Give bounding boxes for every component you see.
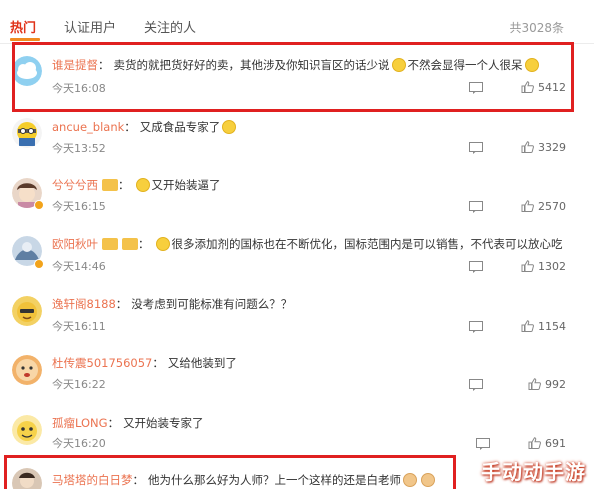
watermark: 手动动手游 xyxy=(481,460,586,484)
thumbs-up-icon xyxy=(528,378,541,390)
like-count: 1302 xyxy=(538,260,566,273)
comment-tabs: 热门 认证用户 关注的人 共3028条 xyxy=(0,0,594,44)
verified-badge-icon xyxy=(34,259,44,269)
thumbs-up-icon xyxy=(521,260,534,272)
like-count: 3329 xyxy=(538,141,566,154)
like-button[interactable]: 1154 xyxy=(521,320,566,333)
thumbs-up-icon xyxy=(521,141,534,153)
comment-count: 共3028条 xyxy=(509,21,564,35)
comment-text: 又给他装到了 xyxy=(167,356,237,370)
crown-badge-icon xyxy=(102,179,118,191)
comment-body: 孤瘤LONG： 又开始装专家了 xyxy=(52,416,204,430)
comment-text: 很多添加剂的国标也在不断优化，国标范围内是可以销售，不代表可以放心吃 xyxy=(171,237,563,251)
like-button[interactable]: 992 xyxy=(528,378,566,391)
like-count: 992 xyxy=(545,378,566,391)
like-count: 691 xyxy=(545,437,566,450)
like-count: 1154 xyxy=(538,320,566,333)
avatar[interactable] xyxy=(12,355,42,385)
laugh-emoji-icon xyxy=(222,120,237,134)
comment-text: 没考虑到可能标准有问题么？？ xyxy=(131,297,293,311)
comment-body: 逸轩阁8188： 没考虑到可能标准有问题么？？ xyxy=(52,297,293,311)
username[interactable]: 孤瘤LONG xyxy=(52,416,108,430)
vip-badge-icon xyxy=(122,238,138,250)
tab-verified-users[interactable]: 认证用户 xyxy=(64,17,116,36)
comment-icon[interactable] xyxy=(476,438,490,450)
laugh-emoji-icon xyxy=(155,237,170,251)
comment-body: 欧阳秋叶：很多添加剂的国标也在不断优化，国标范围内是可以销售，不代表可以放心吃 xyxy=(52,237,563,251)
username[interactable]: 杜传震501756057 xyxy=(52,356,152,370)
comment-time: 今天16:22 xyxy=(52,378,106,391)
username[interactable]: ancue_blank xyxy=(52,120,124,134)
thumbs-up-icon xyxy=(528,437,541,449)
comment-time: 今天16:15 xyxy=(52,200,106,213)
thumbs-up-icon xyxy=(521,200,534,212)
comment-time: 今天16:11 xyxy=(52,320,106,333)
avatar[interactable] xyxy=(12,296,42,326)
comment-body: 兮兮兮西：又开始装逼了 xyxy=(52,178,221,192)
comment-text: 又开始装逼了 xyxy=(151,178,221,192)
comment-time: 今天14:46 xyxy=(52,260,106,273)
like-button[interactable]: 3329 xyxy=(521,141,566,154)
comment-time: 今天13:52 xyxy=(52,142,106,155)
highlight-box xyxy=(12,42,574,112)
comment-icon[interactable] xyxy=(469,379,483,391)
tab-active-indicator xyxy=(10,38,40,41)
like-count: 2570 xyxy=(538,200,566,213)
comment-icon[interactable] xyxy=(469,261,483,273)
crown-badge-icon xyxy=(102,238,118,250)
username[interactable]: 兮兮兮西 xyxy=(52,178,98,192)
comment-text: 又开始装专家了 xyxy=(123,416,204,430)
tab-following[interactable]: 关注的人 xyxy=(144,17,196,36)
username[interactable]: 逸轩阁8188 xyxy=(52,297,116,311)
face-emoji-icon xyxy=(135,178,150,192)
like-button[interactable]: 1302 xyxy=(521,260,566,273)
highlight-box xyxy=(4,455,456,489)
thumbs-up-icon xyxy=(521,320,534,332)
comment-body: 杜传震501756057： 又给他装到了 xyxy=(52,356,237,370)
verified-badge-icon xyxy=(34,200,44,210)
avatar[interactable] xyxy=(12,415,42,445)
like-button[interactable]: 2570 xyxy=(521,200,566,213)
comment-body: ancue_blank： 又成食品专家了 xyxy=(52,119,570,135)
comment-time: 今天16:20 xyxy=(52,437,106,450)
comment-icon[interactable] xyxy=(469,201,483,213)
comment-text: 又成食品专家了 xyxy=(139,120,221,134)
tab-hot[interactable]: 热门 xyxy=(10,17,36,36)
comment-icon[interactable] xyxy=(469,321,483,333)
comment-icon[interactable] xyxy=(469,142,483,154)
like-button[interactable]: 691 xyxy=(528,437,566,450)
avatar[interactable] xyxy=(12,118,42,148)
username[interactable]: 欧阳秋叶 xyxy=(52,237,98,251)
